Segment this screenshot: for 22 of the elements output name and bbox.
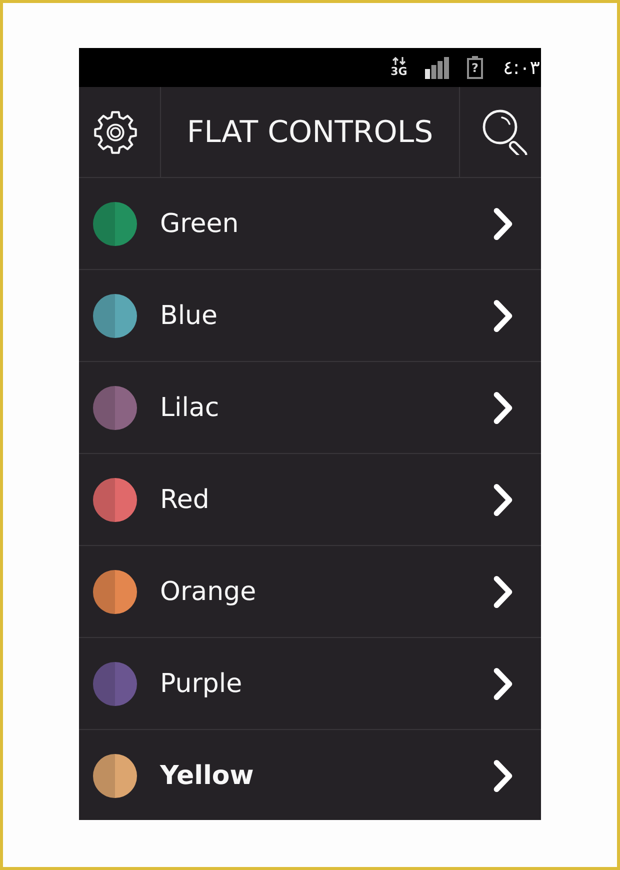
color-list-item[interactable]: Red [79, 454, 541, 546]
chevron-right-icon [492, 390, 514, 426]
color-list-item[interactable]: Lilac [79, 362, 541, 454]
signal-icon [424, 56, 449, 78]
color-list-item[interactable]: Yellow [79, 730, 541, 820]
color-list-item[interactable]: Purple [79, 638, 541, 730]
chevron-right-icon [492, 482, 514, 518]
color-list-item[interactable]: Blue [79, 270, 541, 362]
chevron-right-icon [492, 298, 514, 334]
battery-icon: ? [466, 56, 483, 79]
settings-icon [93, 110, 138, 154]
chevron-right-icon [492, 574, 514, 610]
data-arrows-icon [392, 57, 406, 65]
chevron-right-icon [492, 666, 514, 702]
search-icon [482, 109, 528, 155]
chevron-right-icon [492, 206, 514, 242]
app-title: FLAT CONTROLS [186, 114, 434, 150]
clock: ٤:٠٣ [502, 56, 541, 78]
network-type: 3G [390, 66, 408, 78]
chevron-right-icon [492, 758, 514, 794]
color-list-item[interactable]: Orange [79, 546, 541, 638]
color-list-item[interactable]: Green [79, 178, 541, 270]
